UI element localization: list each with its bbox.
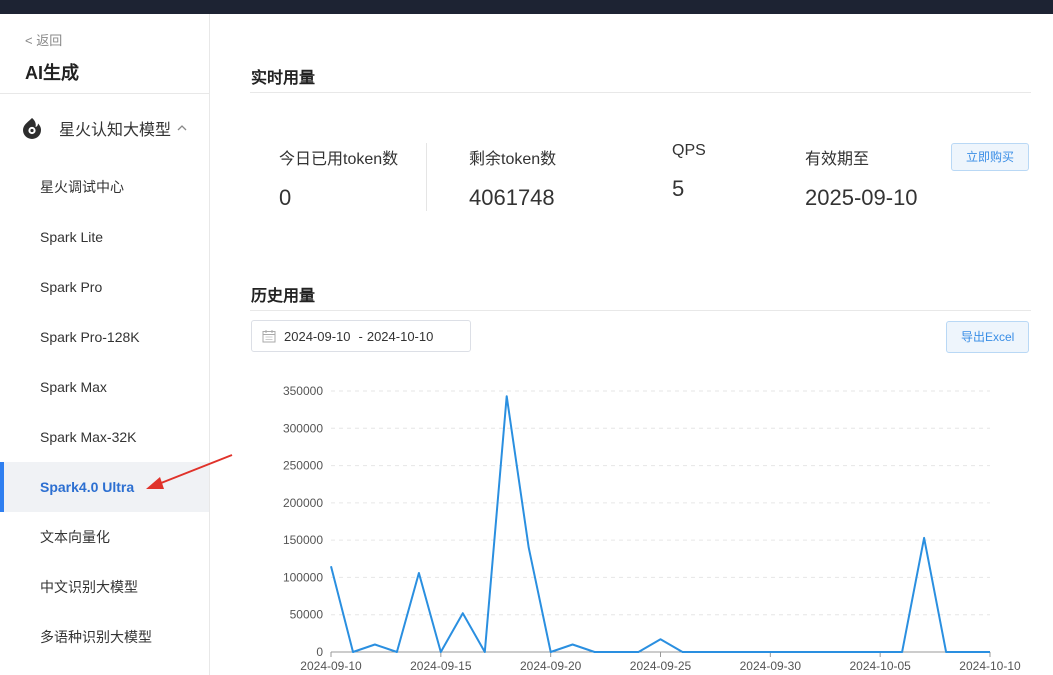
sidebar: < 返回 AI生成 星火认知大模型 星火调试中心 Spark Lite Spar… bbox=[0, 14, 210, 675]
stat-remaining: 剩余token数 4061748 bbox=[469, 145, 556, 211]
history-title: 历史用量 bbox=[251, 288, 316, 305]
sidebar-item-text-embedding[interactable]: 文本向量化 bbox=[0, 512, 209, 562]
y-tick-label: 100000 bbox=[283, 570, 323, 584]
date-separator: - bbox=[358, 328, 363, 344]
chevron-up-icon bbox=[177, 125, 187, 131]
sidebar-item-multilingual-asr[interactable]: 多语种识别大模型 bbox=[0, 612, 209, 662]
date-end: 2024-10-10 bbox=[366, 328, 434, 344]
stat-separator bbox=[426, 143, 427, 211]
stat-label: 有效期至 bbox=[805, 151, 870, 168]
x-tick-label: 2024-09-15 bbox=[410, 659, 472, 673]
y-tick-label: 150000 bbox=[283, 533, 323, 547]
calendar-icon bbox=[262, 330, 276, 343]
date-range-picker[interactable]: 2024-09-10 - 2024-10-10 bbox=[251, 320, 471, 352]
series-line bbox=[330, 395, 990, 653]
stat-label: QPS bbox=[672, 142, 706, 159]
stat-qps: QPS 5 bbox=[672, 142, 706, 202]
realtime-title: 实时用量 bbox=[251, 70, 316, 87]
y-tick-label: 50000 bbox=[290, 608, 324, 622]
stat-value: 2025-09-10 bbox=[805, 185, 918, 210]
main-content: 实时用量 今日已用token数 0 剩余token数 4061748 QPS 5… bbox=[250, 14, 1032, 675]
x-tick-label: 2024-09-25 bbox=[630, 659, 692, 673]
buy-now-button[interactable]: 立即购买 bbox=[951, 143, 1030, 171]
sidebar-divider bbox=[0, 93, 209, 94]
usage-line-chart: 0 50000 100000 150000 200000 250000 300000 3500… bbox=[283, 384, 1021, 673]
sidebar-item-spark-max[interactable]: Spark Max bbox=[0, 362, 209, 412]
stat-value: 5 bbox=[672, 176, 685, 201]
sidebar-menu: 星火调试中心 Spark Lite Spark Pro Spark Pro-12… bbox=[0, 162, 209, 662]
sidebar-item-debug-center[interactable]: 星火调试中心 bbox=[0, 162, 209, 212]
annotation-arrow-icon bbox=[146, 454, 233, 489]
y-tick-label: 300000 bbox=[283, 421, 323, 435]
stat-expiry: 有效期至 2025-09-10 bbox=[805, 145, 918, 211]
date-start: 2024-09-10 bbox=[284, 328, 351, 344]
sidebar-item-spark-pro[interactable]: Spark Pro bbox=[0, 262, 209, 312]
sidebar-group-label: 星火认知大模型 bbox=[59, 122, 172, 139]
top-bar bbox=[0, 0, 1053, 14]
x-tick-label: 2024-10-10 bbox=[959, 659, 1021, 673]
stat-today-used: 今日已用token数 0 bbox=[279, 145, 398, 211]
history-divider bbox=[250, 310, 1031, 311]
realtime-divider bbox=[250, 92, 1031, 93]
export-excel-button[interactable]: 导出Excel bbox=[946, 321, 1030, 353]
app-title: AI生成 bbox=[25, 63, 79, 83]
x-tick-label: 2024-09-10 bbox=[300, 659, 362, 673]
x-tick-label: 2024-09-30 bbox=[740, 659, 802, 673]
stat-value: 0 bbox=[279, 185, 292, 210]
x-tick-label: 2024-09-20 bbox=[520, 659, 582, 673]
stat-label: 今日已用token数 bbox=[279, 151, 399, 168]
spark-logo-icon bbox=[23, 118, 41, 139]
back-link[interactable]: < 返回 bbox=[25, 30, 62, 49]
stat-label: 剩余token数 bbox=[469, 151, 557, 168]
y-tick-label: 350000 bbox=[283, 384, 323, 398]
y-tick-label: 200000 bbox=[283, 496, 323, 510]
x-tick-label: 2024-10-05 bbox=[849, 659, 911, 673]
sidebar-item-spark-lite[interactable]: Spark Lite bbox=[0, 212, 209, 262]
sidebar-item-chinese-asr[interactable]: 中文识别大模型 bbox=[0, 562, 209, 612]
stat-value: 4061748 bbox=[469, 185, 555, 210]
y-tick-label: 0 bbox=[316, 645, 323, 659]
sidebar-item-spark-pro-128k[interactable]: Spark Pro-128K bbox=[0, 312, 209, 362]
sidebar-group-spark[interactable]: 星火认知大模型 bbox=[20, 114, 187, 142]
y-tick-label: 250000 bbox=[283, 459, 323, 473]
